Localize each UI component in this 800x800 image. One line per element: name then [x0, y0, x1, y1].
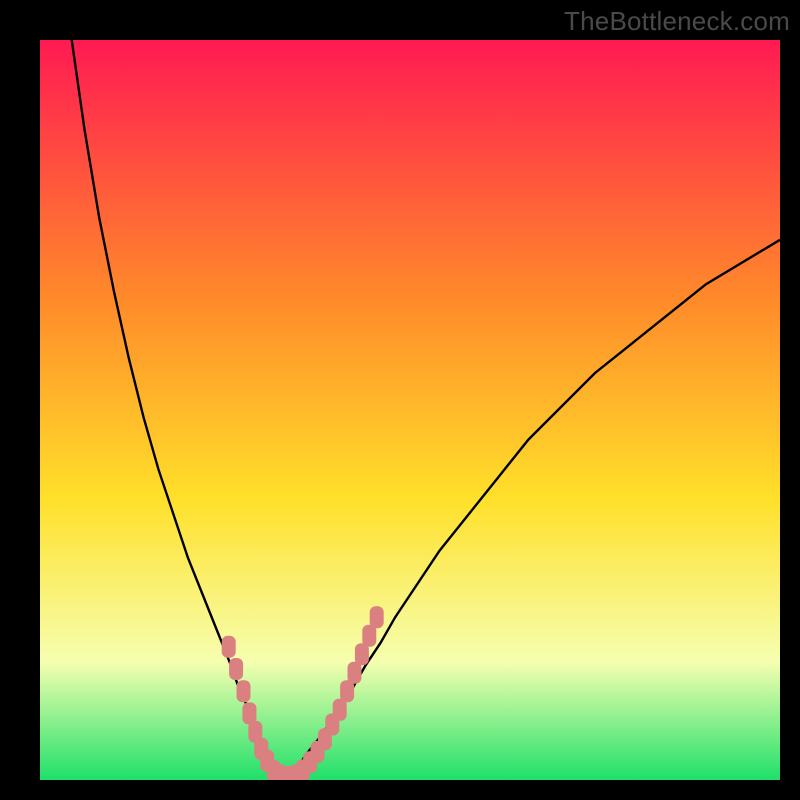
data-marker: [229, 658, 243, 680]
gradient-background: [40, 40, 780, 780]
chart-canvas: [40, 40, 780, 780]
plot-area: [40, 40, 780, 780]
data-marker: [222, 636, 236, 658]
watermark-text: TheBottleneck.com: [564, 6, 790, 37]
data-marker: [370, 606, 384, 628]
chart-frame: TheBottleneck.com: [0, 0, 800, 800]
data-marker: [237, 680, 251, 702]
